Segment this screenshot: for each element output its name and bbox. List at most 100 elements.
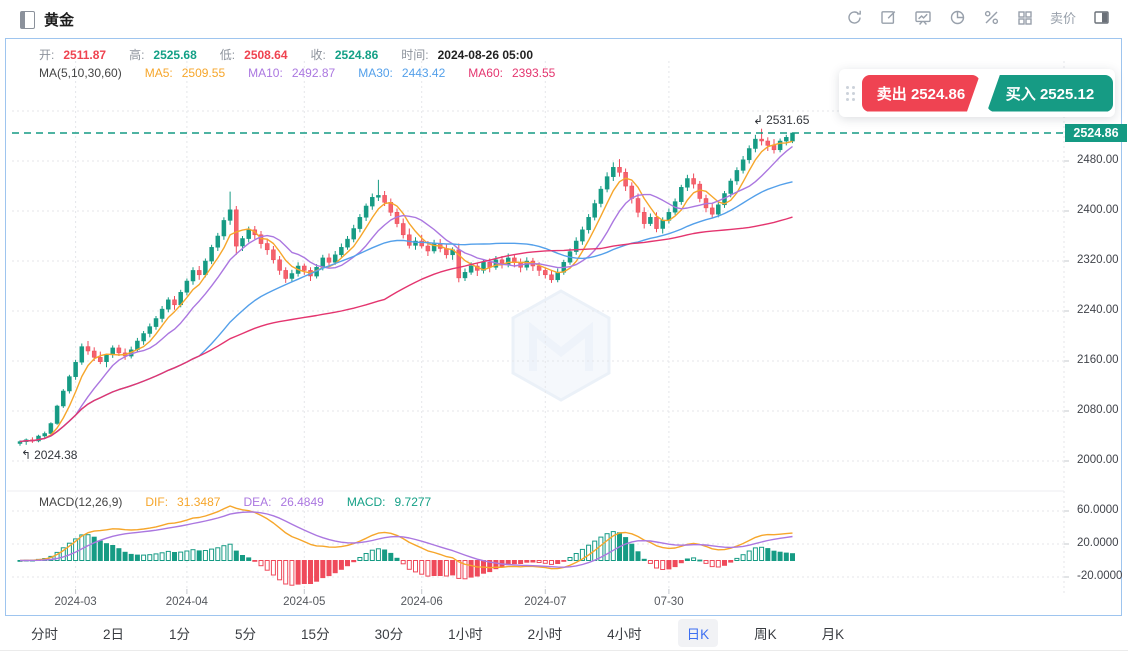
pie-chart-icon[interactable] — [949, 9, 966, 26]
macd-bar — [284, 561, 288, 585]
macd-bar — [630, 544, 634, 560]
candle — [605, 177, 609, 190]
tab-daily-k[interactable]: 日K — [678, 619, 719, 647]
macd-bar — [673, 561, 677, 567]
macd-bar — [574, 554, 578, 561]
macd-axis-label: -20.0000 — [1077, 570, 1122, 582]
sell-price-toggle[interactable]: 卖价 — [1050, 8, 1076, 27]
dif-label: DIF: — [145, 495, 168, 509]
candle — [74, 362, 78, 376]
macd-bar — [321, 561, 325, 578]
candle — [86, 347, 90, 351]
macd-bar — [469, 561, 473, 578]
candle — [142, 334, 146, 342]
macd-bar — [679, 561, 683, 563]
candlestick-chart[interactable] — [6, 39, 1121, 615]
candle — [339, 247, 343, 255]
tab-month-k[interactable]: 月K — [813, 619, 854, 647]
macd-bar — [383, 550, 387, 561]
macd-bar — [333, 561, 337, 573]
high-label: 高: — [129, 46, 144, 63]
macd-bar — [234, 551, 238, 560]
candle — [729, 181, 733, 194]
macd-bar — [729, 561, 733, 563]
tab-1min[interactable]: 1分 — [160, 619, 199, 647]
macd-bar — [642, 559, 646, 560]
candle — [611, 167, 615, 176]
price-axis-label: 2080.00 — [1077, 404, 1119, 416]
macd-bar — [791, 554, 795, 561]
time-axis-label: 2024-03 — [55, 596, 97, 608]
macd-bar — [222, 546, 226, 561]
candle — [716, 205, 720, 214]
macd-bar — [753, 548, 757, 561]
macd-bar — [648, 561, 652, 564]
macd-bar — [556, 561, 560, 564]
tab-2day[interactable]: 2日 — [94, 619, 133, 647]
candle — [370, 197, 374, 206]
candle — [358, 217, 362, 228]
macd-bar — [166, 551, 170, 560]
candle — [655, 217, 659, 228]
macd-bar — [698, 560, 702, 561]
macd-bar — [259, 561, 263, 566]
candle — [210, 247, 214, 261]
candle — [772, 145, 776, 149]
macd-bar — [376, 549, 380, 561]
candle — [166, 300, 170, 309]
candle — [407, 235, 411, 246]
tab-time-share[interactable]: 分时 — [22, 619, 67, 647]
macd-bar — [364, 554, 368, 561]
macd-bar — [339, 561, 343, 570]
macd-bar — [772, 551, 776, 560]
tab-4hour[interactable]: 4小时 — [598, 619, 651, 647]
percent-icon[interactable] — [983, 9, 1000, 26]
ma10-label: MA10: — [248, 66, 283, 80]
macd-bar — [710, 561, 714, 567]
macd-bar — [704, 561, 708, 564]
macd-bar — [537, 561, 541, 563]
macd-bar — [451, 561, 455, 575]
macd-value: 9.7277 — [395, 495, 432, 509]
candle — [333, 255, 337, 262]
tab-week-k[interactable]: 周K — [745, 619, 786, 647]
low-annotation: ↰2024.38 — [21, 448, 77, 462]
candle — [753, 139, 757, 148]
candle — [185, 281, 189, 292]
candle — [741, 160, 745, 171]
candle — [376, 195, 380, 197]
macd-bar — [358, 558, 362, 561]
macd-title: MACD(12,26,9) — [39, 495, 122, 509]
buy-button[interactable]: 买入 2525.12 — [987, 75, 1113, 112]
macd-bar — [352, 561, 356, 562]
macd-bar — [203, 551, 207, 561]
drag-handle[interactable] — [843, 82, 857, 104]
refresh-icon[interactable] — [846, 9, 863, 26]
dea-label: DEA: — [243, 495, 271, 509]
candle — [284, 270, 288, 278]
grid-layout-icon[interactable] — [1017, 10, 1033, 26]
tab-1hour[interactable]: 1小时 — [439, 619, 492, 647]
sell-button[interactable]: 卖出 2524.86 — [862, 75, 980, 112]
macd-bar — [692, 558, 696, 561]
current-price-badge: 2524.86 — [1065, 124, 1127, 142]
macd-bar — [154, 554, 158, 561]
macd-bar — [210, 549, 214, 560]
macd-bar — [420, 561, 424, 575]
tab-15min[interactable]: 15分 — [292, 619, 339, 647]
ma5-line — [20, 141, 793, 441]
tab-2hour[interactable]: 2小时 — [519, 619, 572, 647]
tab-5min[interactable]: 5分 — [226, 619, 265, 647]
ma5-label: MA5: — [145, 66, 173, 80]
price-axis-label: 2160.00 — [1077, 354, 1119, 366]
tab-30min[interactable]: 30分 — [366, 619, 413, 647]
trade-widget: 卖出 2524.86 买入 2525.12 — [839, 69, 1115, 117]
time-axis-label: 07-30 — [654, 596, 683, 608]
chart-board-icon[interactable] — [914, 9, 932, 26]
candle — [247, 230, 251, 239]
panel-toggle-icon[interactable] — [1093, 9, 1110, 26]
draw-icon[interactable] — [880, 9, 897, 26]
instrument-icon — [20, 11, 35, 29]
macd-bar — [271, 561, 275, 576]
candle — [160, 309, 164, 318]
